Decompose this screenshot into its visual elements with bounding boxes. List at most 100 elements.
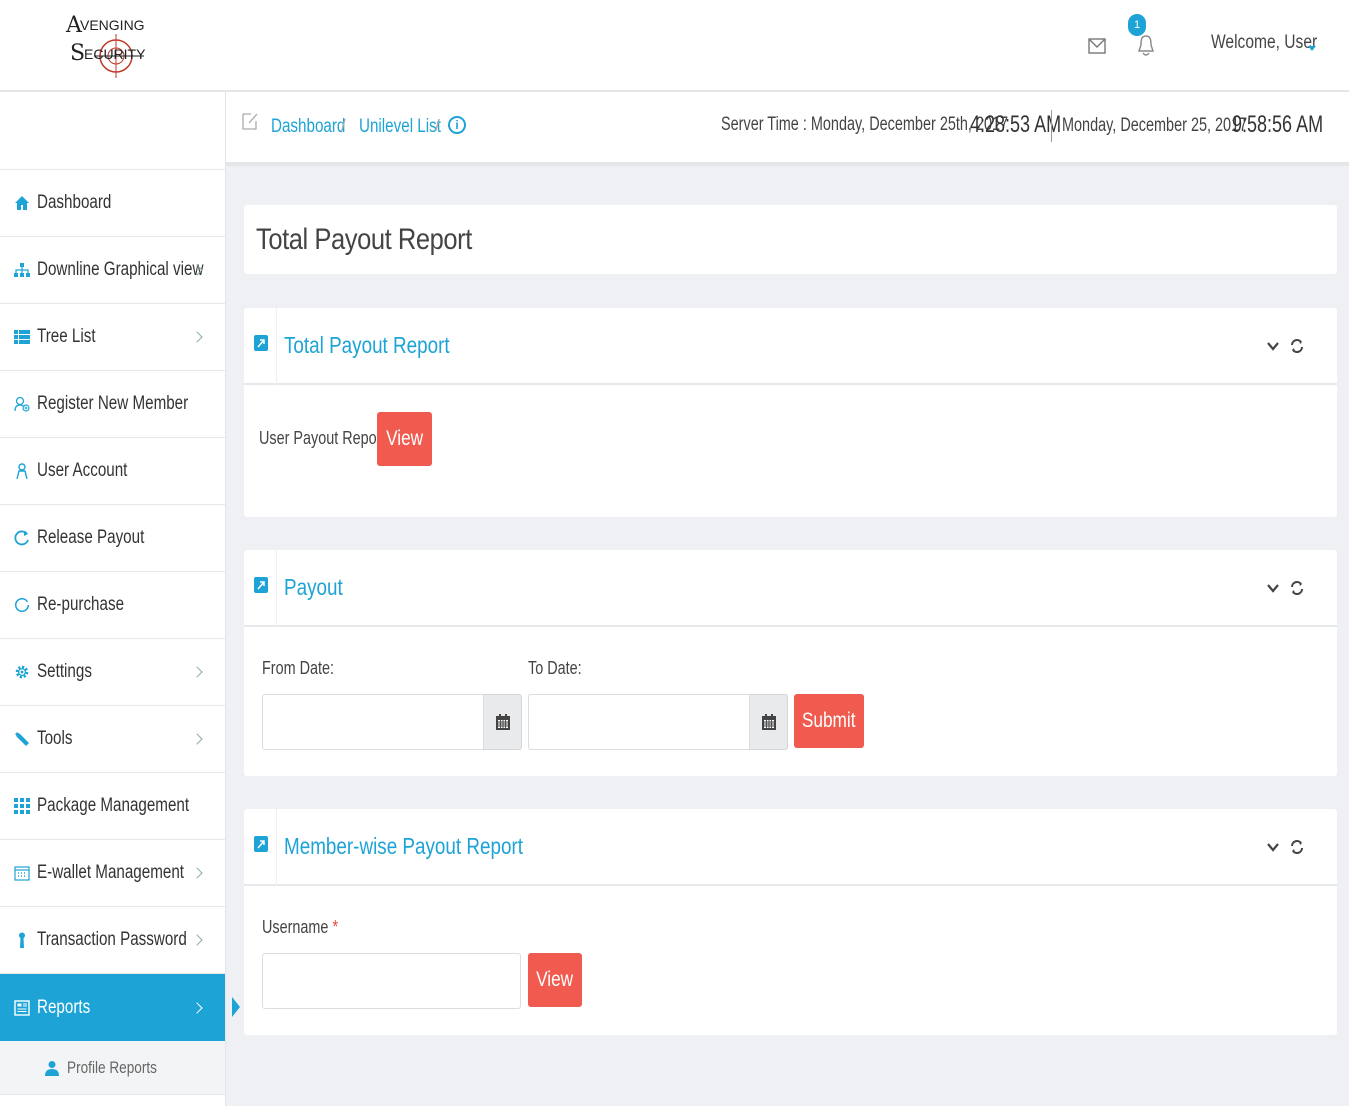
- from-date-calendar-button[interactable]: [484, 694, 522, 750]
- panel-title: Payout: [284, 574, 343, 600]
- refresh-icon: [14, 530, 29, 546]
- user-payout-view-button[interactable]: View: [377, 412, 432, 466]
- to-date-label: To Date:: [528, 658, 582, 678]
- sidebar-item-label: Settings: [37, 661, 92, 682]
- breadcrumb-unilevel-list[interactable]: Unilevel List: [359, 116, 441, 138]
- report-icon: [14, 999, 30, 1016]
- button-label: Submit: [802, 709, 856, 732]
- page-title-panel: Total Payout Report: [244, 205, 1337, 274]
- user-payout-report-label: User Payout Report: [259, 428, 386, 448]
- bell-icon: [1138, 35, 1154, 56]
- sidebar-item-label: E-wallet Management: [37, 862, 185, 883]
- sidebar-item-label: Release Payout: [37, 527, 145, 548]
- info-icon[interactable]: i: [448, 116, 466, 134]
- breadcrumb-separator: /: [341, 116, 346, 135]
- external-link-icon: [254, 577, 268, 593]
- sidebar-item-label: Downline Graphical view: [37, 259, 204, 280]
- sidebar-item-re-purchase[interactable]: Re-purchase: [0, 572, 225, 639]
- edit-icon: [242, 113, 258, 130]
- breadcrumb-dashboard[interactable]: Dashboard: [271, 116, 345, 138]
- username-input[interactable]: [262, 953, 521, 1009]
- sidebar-subitem-profile-reports[interactable]: Profile Reports: [0, 1041, 225, 1095]
- chevron-right-icon: [191, 733, 203, 745]
- sidebar-item-reports[interactable]: Reports: [0, 974, 225, 1041]
- refresh-icon[interactable]: [1290, 839, 1304, 855]
- panel-header: Payout: [244, 550, 1337, 627]
- mail-icon[interactable]: [1087, 36, 1107, 56]
- sidebar-top-spacer: [0, 92, 225, 170]
- sidebar-item-tree-list[interactable]: Tree List: [0, 304, 225, 371]
- sidebar-item-release-payout[interactable]: Release Payout: [0, 505, 225, 572]
- chevron-down-icon[interactable]: [1266, 841, 1280, 853]
- sidebar-item-register-new-member[interactable]: Register New Member: [0, 371, 225, 438]
- chevron-down-icon[interactable]: [1266, 340, 1280, 352]
- sidebar-item-label: Reports: [37, 996, 91, 1018]
- refresh-icon[interactable]: [1290, 338, 1304, 354]
- sidebar-item-label: Tools: [37, 728, 73, 749]
- to-date-calendar-button[interactable]: [750, 694, 788, 750]
- member-wise-view-button[interactable]: View: [528, 953, 582, 1007]
- sidebar-item-transaction-password[interactable]: Transaction Password: [0, 907, 225, 974]
- username-label: Username *: [262, 917, 338, 938]
- chevron-right-icon: [191, 934, 203, 946]
- local-date: Monday, December 25, 2017: [1062, 115, 1248, 136]
- refresh-icon[interactable]: [1290, 580, 1304, 596]
- calendar-icon: [14, 866, 30, 881]
- breadcrumb-separator: /: [435, 116, 440, 135]
- external-link-icon: [254, 836, 268, 852]
- calendar-icon: [496, 714, 510, 730]
- user-plus-icon: [14, 396, 30, 412]
- svg-text:ECURITY: ECURITY: [84, 46, 146, 62]
- sidebar-item-label: Dashboard: [37, 192, 112, 213]
- clock-divider: [1051, 110, 1052, 142]
- sidebar: Dashboard Downline Graphical view Tree L…: [0, 92, 226, 1106]
- local-time: 9:58:56 AM: [1232, 111, 1324, 138]
- sidebar-subitem-label: Profile Reports: [67, 1057, 157, 1077]
- sitemap-icon: [14, 263, 30, 277]
- chevron-right-icon: [191, 331, 203, 343]
- panel-header-divider: [276, 550, 277, 627]
- server-time-value: 4:28:53 AM: [970, 111, 1062, 138]
- chevron-right-icon: [191, 867, 203, 879]
- svg-text:VENGING: VENGING: [80, 17, 145, 33]
- to-date-input[interactable]: [528, 694, 750, 750]
- sidebar-item-settings[interactable]: Settings: [0, 639, 225, 706]
- sidebar-item-dashboard[interactable]: Dashboard: [0, 170, 225, 237]
- key-icon: [19, 932, 25, 948]
- user-icon: [45, 1060, 59, 1076]
- panel-header: Total Payout Report: [244, 308, 1337, 385]
- from-date-input[interactable]: [262, 694, 484, 750]
- chevron-right-icon: [191, 666, 203, 678]
- sidebar-item-e-wallet-management[interactable]: E-wallet Management: [0, 840, 225, 907]
- username-label-text: Username: [262, 917, 329, 937]
- sidebar-item-package-management[interactable]: Package Management: [0, 773, 225, 840]
- total-payout-panel: Total Payout Report User Payout Report V…: [244, 308, 1337, 517]
- payout-submit-button[interactable]: Submit: [794, 694, 864, 748]
- sidebar-item-label: Transaction Password: [37, 929, 187, 950]
- panel-header-divider: [276, 308, 277, 385]
- server-time-label: Server Time : Monday, December 25th, 201…: [721, 114, 1009, 135]
- sidebar-item-label: Package Management: [37, 795, 190, 816]
- user-icon: [16, 463, 28, 479]
- breadcrumb-bar: Dashboard / Unilevel List / i Server Tim…: [226, 92, 1349, 166]
- from-date-label: From Date:: [262, 658, 335, 678]
- brand-logo[interactable]: A VENGING S ECURITY: [60, 4, 160, 88]
- button-label: View: [385, 427, 423, 450]
- button-label: View: [536, 968, 574, 991]
- panel-title: Total Payout Report: [284, 332, 450, 358]
- sidebar-item-downline-graphical-view[interactable]: Downline Graphical view: [0, 237, 225, 304]
- top-header: A VENGING S ECURITY 1 Welcome, User: [0, 0, 1349, 92]
- sidebar-item-user-account[interactable]: User Account: [0, 438, 225, 505]
- sidebar-item-tools[interactable]: Tools: [0, 706, 225, 773]
- caret-down-icon[interactable]: [1308, 46, 1316, 51]
- notification-bell[interactable]: 1: [1128, 14, 1158, 60]
- sidebar-item-label: Tree List: [37, 326, 96, 347]
- chevron-right-icon: [191, 1001, 203, 1014]
- user-menu[interactable]: Welcome, User: [1211, 32, 1317, 54]
- chevron-down-icon[interactable]: [1266, 582, 1280, 594]
- calendar-icon: [762, 714, 776, 730]
- list-icon: [14, 330, 30, 344]
- required-marker: *: [332, 917, 339, 937]
- sidebar-item-label: User Account: [37, 460, 128, 481]
- home-icon: [15, 196, 29, 210]
